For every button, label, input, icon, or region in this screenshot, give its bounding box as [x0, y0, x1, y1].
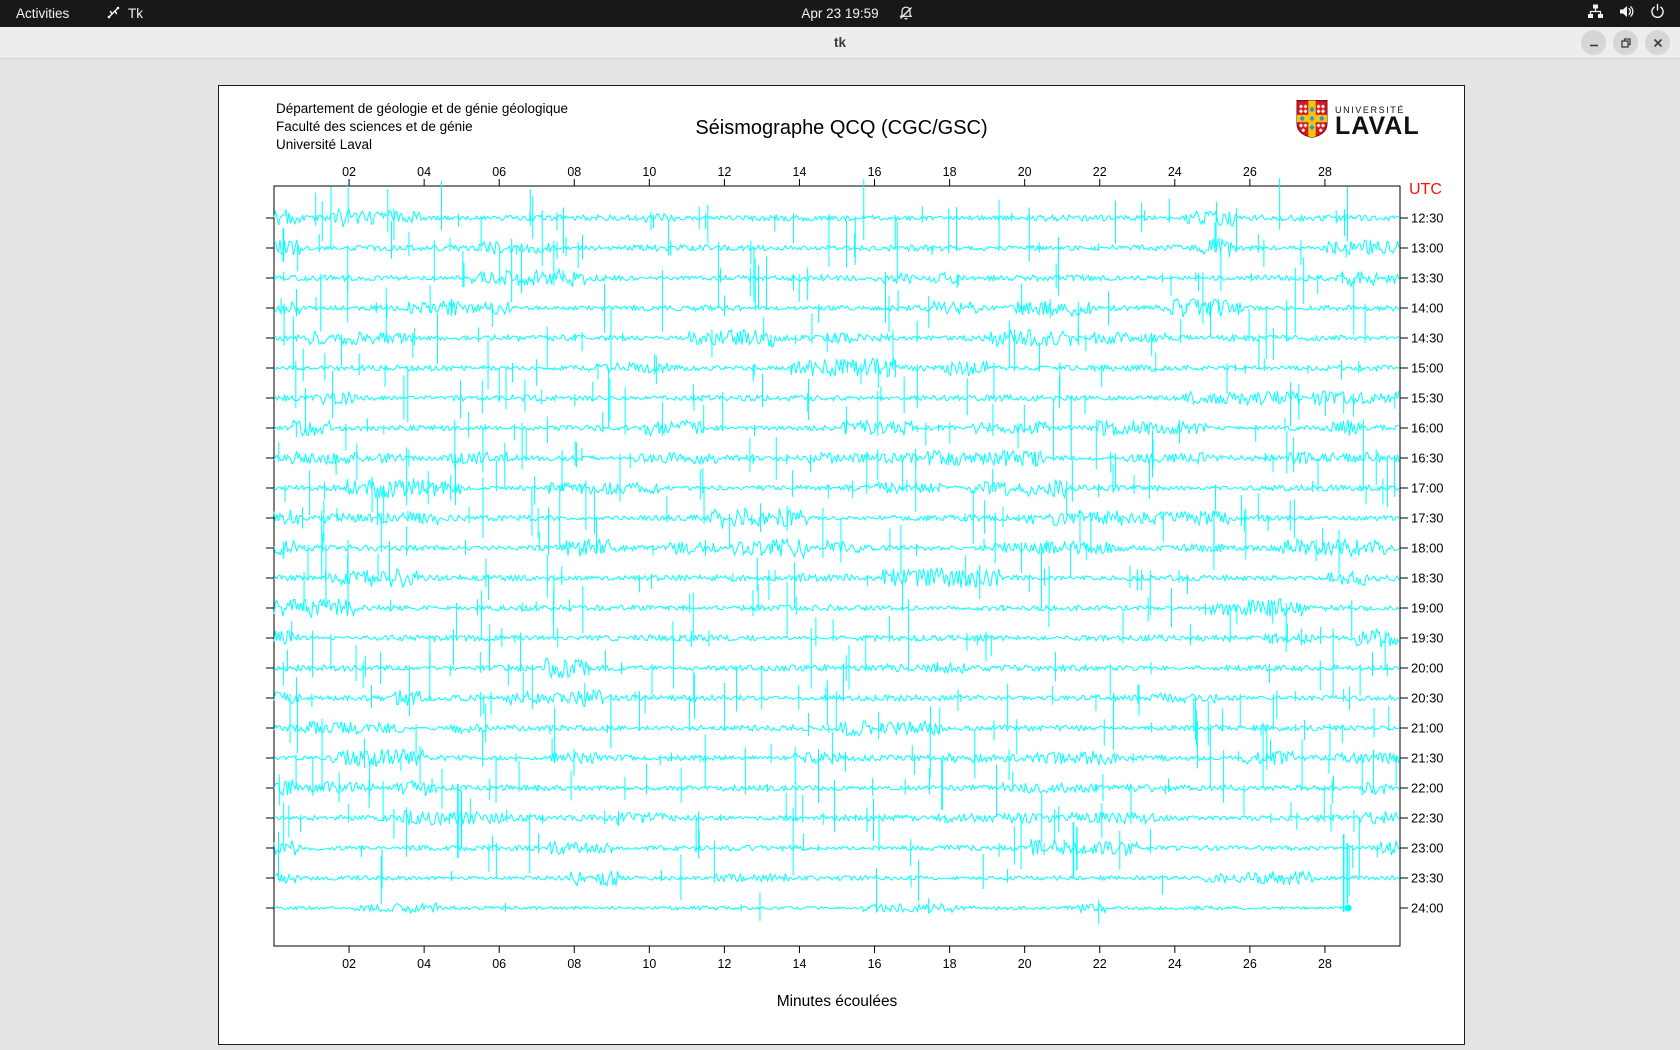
- utc-time-label: 12:30: [1411, 211, 1444, 226]
- utc-time-label: 18:00: [1411, 541, 1444, 556]
- seismo-trace: [273, 869, 1400, 888]
- x-tick-label-top: 14: [793, 165, 807, 179]
- utc-time-label: 22:00: [1411, 781, 1444, 796]
- seismo-trace: [273, 449, 1400, 467]
- seismo-trace: [273, 901, 1349, 915]
- x-tick-label-bottom: 08: [567, 957, 581, 971]
- seismo-trace: [273, 267, 1400, 289]
- utc-time-label: 21:00: [1411, 721, 1444, 736]
- utc-time-label: 18:30: [1411, 571, 1444, 586]
- utc-time-label: 15:00: [1411, 361, 1444, 376]
- window-title: tk: [833, 35, 846, 50]
- seismograph-canvas: Département de géologie et de génie géol…: [218, 85, 1465, 1045]
- utc-time-label: 16:30: [1411, 451, 1444, 466]
- seismo-trace: [273, 208, 1400, 228]
- utc-time-label: 21:30: [1411, 751, 1444, 766]
- utc-time-label: 13:00: [1411, 241, 1444, 256]
- seismo-trace: [273, 419, 1400, 438]
- notifications-muted-icon: [898, 5, 914, 26]
- seismo-trace: [273, 537, 1400, 560]
- utc-time-label: 16:00: [1411, 421, 1444, 436]
- utc-time-label: 14:30: [1411, 331, 1444, 346]
- seismo-trace: [273, 297, 1400, 318]
- maximize-button[interactable]: [1613, 30, 1638, 55]
- system-status-area[interactable]: [1587, 0, 1666, 27]
- seismo-trace: [274, 810, 1400, 827]
- x-tick-label-bottom: 10: [642, 957, 656, 971]
- utc-time-label: 20:30: [1411, 691, 1444, 706]
- utc-time-label: 13:30: [1411, 271, 1444, 286]
- x-tick-label-top: 08: [567, 165, 581, 179]
- utc-time-label: 20:00: [1411, 661, 1444, 676]
- x-tick-label-bottom: 06: [492, 957, 506, 971]
- utc-time-label: 15:30: [1411, 391, 1444, 406]
- x-tick-label-top: 16: [868, 165, 882, 179]
- x-tick-label-bottom: 02: [342, 957, 356, 971]
- x-tick-label-bottom: 14: [793, 957, 807, 971]
- x-tick-label-bottom: 24: [1168, 957, 1182, 971]
- seismo-trace: [273, 839, 1400, 858]
- utc-time-label: 22:30: [1411, 811, 1444, 826]
- x-tick-label-bottom: 12: [717, 957, 731, 971]
- seismo-trace: [273, 566, 1400, 589]
- x-tick-label-top: 22: [1093, 165, 1107, 179]
- utc-time-label: 19:30: [1411, 631, 1444, 646]
- x-tick-label-bottom: 18: [943, 957, 957, 971]
- plot-frame: [273, 185, 1401, 947]
- seismo-trace: [273, 237, 1400, 257]
- x-tick-label-top: 04: [417, 165, 431, 179]
- seismo-trace: [273, 390, 1400, 407]
- window-body: Département de géologie et de génie géol…: [0, 59, 1680, 1050]
- utc-time-label: 23:00: [1411, 841, 1444, 856]
- utc-time-label: 19:00: [1411, 601, 1444, 616]
- seismo-trace: [273, 779, 1400, 797]
- power-icon: [1649, 3, 1666, 25]
- desktop: Activities Tk Apr 23 19:59 tk Départemen…: [0, 0, 1680, 1050]
- utc-time-label: 14:00: [1411, 301, 1444, 316]
- x-tick-label-bottom: 16: [868, 957, 882, 971]
- x-axis-title: Minutes écoulées: [777, 993, 898, 1010]
- top-bar: Activities Tk Apr 23 19:59: [0, 0, 1680, 27]
- x-tick-label-top: 12: [717, 165, 731, 179]
- x-tick-label-top: 06: [492, 165, 506, 179]
- utc-time-label: 17:30: [1411, 511, 1444, 526]
- network-wired-icon: [1587, 3, 1604, 25]
- x-tick-label-top: 26: [1243, 165, 1257, 179]
- close-button[interactable]: [1645, 30, 1670, 55]
- minimize-button[interactable]: [1581, 30, 1606, 55]
- x-tick-label-bottom: 28: [1318, 957, 1332, 971]
- clock[interactable]: Apr 23 19:59: [801, 0, 878, 27]
- seismo-trace: [273, 478, 1400, 500]
- x-tick-label-top: 02: [342, 165, 356, 179]
- x-tick-label-bottom: 26: [1243, 957, 1257, 971]
- x-tick-label-bottom: 22: [1093, 957, 1107, 971]
- x-tick-label-bottom: 20: [1018, 957, 1032, 971]
- seismo-trace: [273, 657, 1400, 679]
- utc-axis-label: UTC: [1409, 181, 1442, 198]
- seismo-trace: [273, 747, 1400, 768]
- seismo-trace: [273, 328, 1400, 349]
- trace-end-marker: [1344, 904, 1352, 912]
- x-tick-label-top: 24: [1168, 165, 1182, 179]
- seismo-trace: [273, 357, 1400, 378]
- helicorder-svg: 02 02 04 04 06 06 08 08 10 10 12 12 14 14 16 16 18 18 20 20…: [266, 165, 1444, 1010]
- window-titlebar[interactable]: tk: [0, 27, 1680, 59]
- utc-time-label: 17:00: [1411, 481, 1444, 496]
- seismo-trace: [273, 506, 1400, 529]
- x-tick-label-top: 20: [1018, 165, 1032, 179]
- x-tick-label-bottom: 04: [417, 957, 431, 971]
- x-tick-label-top: 18: [943, 165, 957, 179]
- x-tick-label-top: 10: [642, 165, 656, 179]
- utc-time-label: 23:30: [1411, 871, 1444, 886]
- volume-icon: [1618, 3, 1635, 25]
- utc-time-label: 24:00: [1411, 901, 1444, 916]
- x-tick-label-top: 28: [1318, 165, 1332, 179]
